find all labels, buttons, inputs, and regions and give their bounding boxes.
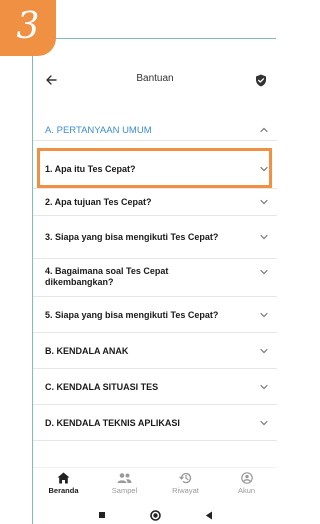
step-number: 3 xyxy=(16,6,40,47)
faq-question-2: 2. Apa tujuan Tes Cepat? xyxy=(45,197,152,207)
nav-label-sampel: Sampel xyxy=(111,486,138,495)
section-a-header[interactable]: A. PERTANYAAN UMUM xyxy=(33,119,277,141)
nav-item-beranda[interactable]: Beranda xyxy=(34,468,94,495)
history-icon xyxy=(179,472,192,484)
chevron-down-icon xyxy=(260,199,268,205)
nav-item-riwayat[interactable]: Riwayat xyxy=(156,468,216,495)
chevron-down-icon xyxy=(260,348,268,354)
nav-label-beranda: Beranda xyxy=(48,486,79,495)
shield-button[interactable] xyxy=(251,70,271,90)
faq-item-4[interactable]: 4. Bagaimana soal Tes Cepat dikembangkan… xyxy=(33,259,277,297)
chevron-down-icon xyxy=(260,312,268,318)
faq-item-2[interactable]: 2. Apa tujuan Tes Cepat? xyxy=(33,189,277,216)
nav-item-sampel[interactable]: Sampel xyxy=(95,468,155,495)
section-b-header[interactable]: B. KENDALA ANAK xyxy=(33,333,277,369)
nav-item-akun[interactable]: Akun xyxy=(217,468,277,495)
faq-question-1: 1. Apa itu Tes Cepat? xyxy=(45,164,136,174)
shield-check-icon xyxy=(256,74,266,86)
nav-label-riwayat: Riwayat xyxy=(172,486,199,495)
step-badge: 3 xyxy=(0,0,56,56)
account-icon xyxy=(240,472,253,484)
back-triangle-icon[interactable] xyxy=(205,511,213,520)
chevron-down-icon xyxy=(260,384,268,390)
chevron-down-icon xyxy=(260,269,268,275)
home-circle-icon[interactable] xyxy=(149,509,161,521)
section-c-header[interactable]: C. KENDALA SITUASI TES xyxy=(33,369,277,405)
chevron-down-icon xyxy=(260,420,268,426)
nav-label-akun: Akun xyxy=(237,486,256,495)
app-bar: Bantuan xyxy=(33,63,277,97)
phone-screen: Bantuan A. PERTANYAAN UMUM 1. Apa itu Te… xyxy=(32,38,277,524)
faq-question-4: 4. Bagaimana soal Tes Cepat dikembangkan… xyxy=(45,266,169,287)
faq-item-5[interactable]: 5. Siapa yang bisa mengikuti Tes Cepat? xyxy=(33,297,277,333)
faq-question-5: 5. Siapa yang bisa mengikuti Tes Cepat? xyxy=(45,310,219,320)
faq-item-3[interactable]: 3. Siapa yang bisa mengikuti Tes Cepat? xyxy=(33,216,277,259)
recents-icon[interactable] xyxy=(98,511,106,519)
section-c-label: C. KENDALA SITUASI TES xyxy=(45,382,159,392)
section-d-header[interactable]: D. KENDALA TEKNIS APLIKASI xyxy=(33,405,277,441)
chevron-down-icon xyxy=(260,166,268,172)
faq-question-3: 3. Siapa yang bisa mengikuti Tes Cepat? xyxy=(45,232,219,242)
bottom-nav: Beranda Sampel Riwayat Akun xyxy=(33,467,277,507)
chevron-up-icon xyxy=(260,127,268,133)
section-b-label: B. KENDALA ANAK xyxy=(45,346,129,356)
section-d-label: D. KENDALA TEKNIS APLIKASI xyxy=(45,418,180,428)
section-a-label: A. PERTANYAAN UMUM xyxy=(45,125,152,136)
faq-item-1[interactable]: 1. Apa itu Tes Cepat? xyxy=(33,149,277,189)
people-icon xyxy=(117,473,132,483)
chevron-down-icon xyxy=(260,234,268,240)
system-nav-bar xyxy=(33,505,277,524)
page-title: Bantuan xyxy=(136,73,174,84)
home-icon xyxy=(57,472,70,484)
